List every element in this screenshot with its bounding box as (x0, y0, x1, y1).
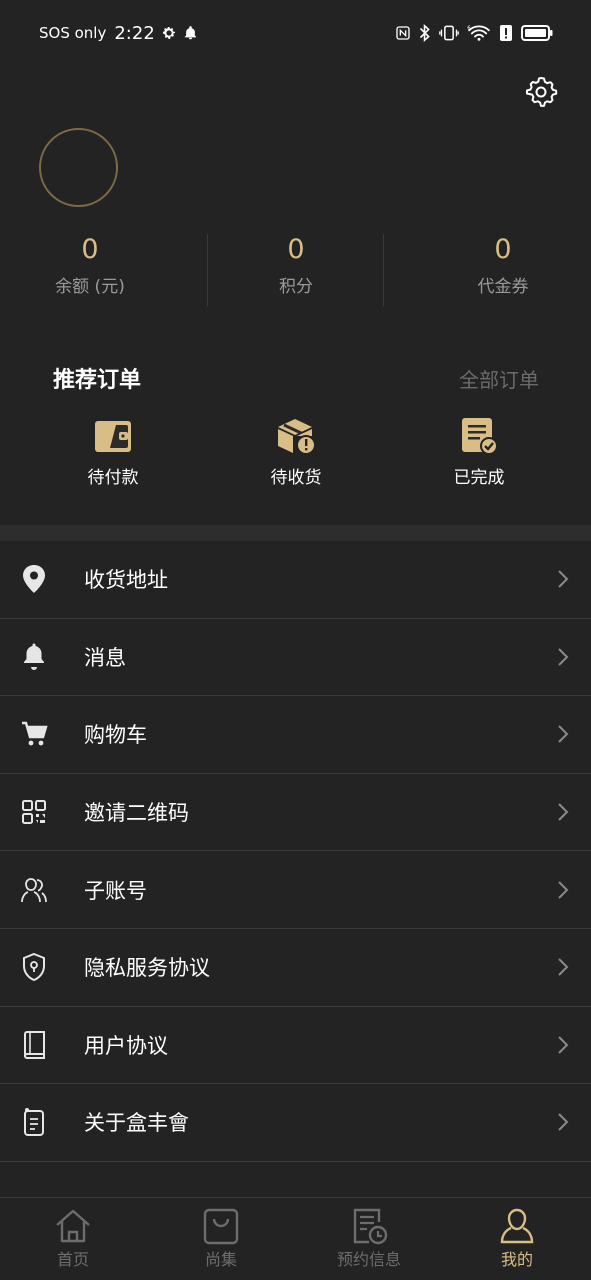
orders-section-title: 推荐订单 (53, 368, 142, 393)
wifi-icon: 6 (467, 25, 490, 41)
menu-item-address[interactable]: 收货地址 (0, 541, 591, 619)
chevron-right-icon (558, 725, 569, 744)
menu-item-label: 消息 (84, 645, 126, 670)
order-item-label: 已完成 (453, 468, 505, 488)
points-label: 积分 (279, 277, 313, 297)
vouchers-value: 0 (494, 234, 512, 265)
home-icon (56, 1209, 90, 1243)
tab-label: 预约信息 (336, 1250, 401, 1269)
location-pin-icon (19, 564, 49, 594)
menu-item-label: 用户协议 (84, 1033, 168, 1058)
section-divider (0, 525, 591, 541)
settings-button[interactable] (523, 74, 559, 110)
gear-icon (526, 77, 558, 107)
appointment-icon (353, 1208, 388, 1245)
menu-item-label: 关于盒丰會 (84, 1111, 189, 1136)
menu-item-label: 收货地址 (84, 568, 168, 593)
bell-icon (19, 642, 49, 672)
status-bar: SOS only 2:22 6 (0, 0, 591, 66)
order-item-label: 待付款 (87, 468, 139, 488)
order-item-label: 待收货 (270, 468, 322, 488)
chevron-right-icon (558, 648, 569, 666)
info-list-icon (19, 1107, 49, 1137)
menu-item-user-agreement[interactable]: 用户协议 (0, 1007, 591, 1085)
vibrate-icon (439, 25, 459, 41)
chevron-right-icon (558, 1113, 569, 1132)
bottom-tab-bar: 首页 尚集 预约信息 我的 (0, 1197, 591, 1280)
chevron-right-icon (558, 880, 569, 899)
chevron-right-icon (558, 1036, 569, 1054)
package-icon (278, 419, 316, 455)
menu-item-about[interactable]: 关于盒丰會 (0, 1084, 591, 1162)
bag-icon (203, 1208, 239, 1245)
vouchers-label: 代金券 (477, 277, 529, 297)
tab-label: 尚集 (204, 1250, 237, 1269)
book-icon (19, 1030, 49, 1060)
chevron-right-icon (558, 570, 569, 589)
bluetooth-icon (419, 24, 430, 42)
avatar[interactable] (39, 128, 118, 207)
menu-item-privacy[interactable]: 隐私服务协议 (0, 929, 591, 1007)
balance-label: 余额 (元) (55, 277, 125, 297)
stat-balance[interactable]: 0 余额 (元) (0, 228, 180, 302)
stat-vouchers[interactable]: 0 代金券 (413, 228, 591, 302)
chevron-right-icon (558, 958, 569, 976)
stat-points[interactable]: 0 积分 (206, 228, 386, 302)
tab-home[interactable]: 首页 (13, 1206, 133, 1271)
menu-item-invite-qr[interactable]: 邀请二维码 (0, 774, 591, 852)
status-bar-left: SOS only 2:22 (39, 23, 198, 44)
balance-value: 0 (81, 234, 99, 265)
tab-mine[interactable]: 我的 (457, 1206, 577, 1271)
status-bar-right: 6 (395, 24, 553, 42)
tab-label: 首页 (56, 1250, 89, 1269)
battery-icon (521, 25, 553, 41)
settings-status-icon (162, 27, 175, 39)
users-icon (19, 875, 49, 905)
menu-item-label: 购物车 (84, 723, 147, 748)
alert-icon (500, 25, 512, 41)
stat-divider (383, 234, 384, 306)
profile-icon (500, 1208, 534, 1244)
menu-item-label: 子账号 (84, 878, 147, 903)
wallet-icon (95, 421, 131, 452)
qr-code-icon (19, 797, 49, 827)
carrier-text: SOS only (39, 24, 107, 42)
tab-label: 我的 (500, 1250, 533, 1269)
order-pending-receipt[interactable]: 待收货 (236, 416, 356, 490)
completed-order-icon (462, 418, 498, 455)
menu-item-label: 邀请二维码 (84, 801, 189, 826)
order-pending-payment[interactable]: 待付款 (53, 416, 173, 490)
all-orders-link[interactable]: 全部订单 (459, 364, 539, 393)
chevron-right-icon (558, 803, 569, 821)
tab-appointments[interactable]: 预约信息 (309, 1206, 429, 1271)
clock-text: 2:22 (114, 22, 155, 44)
svg-text:6: 6 (467, 25, 471, 31)
settings-menu: 收货地址 消息 购物车 邀请二维码 子账号 隐私服务协议 用户协议 关于盒丰會 (0, 541, 591, 1162)
menu-item-label: 隐私服务协议 (84, 956, 210, 981)
menu-item-sub-account[interactable]: 子账号 (0, 851, 591, 929)
order-completed[interactable]: 已完成 (419, 416, 539, 490)
nfc-icon (396, 26, 410, 40)
cart-icon (19, 719, 49, 749)
account-stats: 0 余额 (元) 0 积分 0 代金券 (0, 228, 591, 308)
menu-item-messages[interactable]: 消息 (0, 619, 591, 697)
menu-item-cart[interactable]: 购物车 (0, 696, 591, 774)
tab-shop[interactable]: 尚集 (161, 1206, 281, 1271)
points-value: 0 (287, 234, 305, 265)
notification-status-icon (184, 26, 196, 40)
shield-icon (19, 952, 49, 982)
